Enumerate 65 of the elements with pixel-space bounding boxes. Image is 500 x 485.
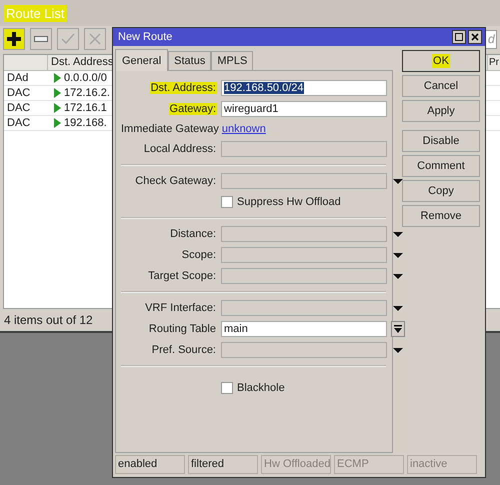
dropdown-field[interactable] (221, 300, 387, 316)
dropdown-field[interactable] (221, 226, 387, 242)
dropdown-field[interactable] (221, 247, 387, 263)
table-cell-text: DAC (6, 101, 32, 115)
dropdown-field[interactable] (221, 173, 387, 189)
status-text: 4 items out of 12 (4, 313, 93, 327)
gateway-link[interactable]: unknown (222, 123, 266, 135)
collapse-icon (393, 324, 403, 334)
table-cell: 172.16.1 (64, 101, 107, 115)
table-cell: 0.0.0.0/0 (64, 71, 107, 85)
field-label: Routing Table (148, 323, 217, 335)
input-field[interactable] (221, 141, 387, 157)
field-label: Pref. Source: (150, 344, 217, 356)
field-label: Local Address: (142, 143, 217, 155)
status-cell: ECMP (334, 455, 404, 474)
add-button[interactable] (3, 28, 25, 50)
field-label: Gateway: (168, 103, 217, 115)
field-label: Check Gateway: (134, 175, 217, 187)
tab[interactable]: General (115, 49, 168, 71)
dropdown-field[interactable]: main (221, 321, 387, 337)
dialog-button[interactable]: Disable (402, 130, 480, 152)
dialog-button[interactable]: OK (402, 50, 480, 72)
field-label: Target Scope: (147, 270, 217, 282)
field-label: Dst. Address: (150, 82, 217, 94)
dialog-button[interactable]: Comment (402, 155, 480, 177)
table-cell: 172.16.2. (64, 86, 110, 100)
tab[interactable]: Status (168, 51, 212, 70)
dropdown-field[interactable] (221, 342, 387, 358)
dialog-button[interactable]: Copy (402, 180, 480, 202)
table-cell-text: DAC (6, 86, 32, 100)
field-label: VRF Interface: (144, 302, 217, 314)
dialog-button[interactable]: Cancel (402, 75, 480, 97)
status-cell: inactive (407, 455, 477, 474)
minus-icon (34, 36, 48, 42)
column-header[interactable]: Pr (488, 55, 500, 70)
checkbox[interactable] (221, 382, 233, 394)
table-cell-text: DAC (6, 116, 32, 130)
input-field[interactable]: 192.168.50.0/24 (221, 80, 387, 96)
checkbox-label: Suppress Hw Offload (237, 196, 341, 208)
cross-icon (89, 33, 101, 45)
field-label: Scope: (180, 249, 217, 261)
tab[interactable]: MPLS (211, 51, 254, 70)
window-title: Route List (4, 4, 67, 22)
table-cell-text: DAd (6, 71, 30, 85)
plus-icon (7, 32, 21, 46)
status-cell: filtered (188, 455, 258, 474)
table-cell: 192.168. (64, 116, 107, 130)
field-label: Distance: (169, 228, 217, 240)
status-cell: enabled (115, 455, 185, 474)
dialog-button[interactable]: Apply (402, 100, 480, 122)
field-label: Immediate Gateway (121, 123, 219, 135)
dropdown-field[interactable] (221, 268, 387, 284)
remove-button[interactable] (30, 28, 52, 50)
input-field[interactable]: wireguard1 (221, 101, 387, 117)
close-button[interactable] (468, 30, 482, 44)
checkbox-label: Blackhole (237, 382, 285, 394)
checkbox[interactable] (221, 196, 233, 208)
dialog-button[interactable]: Remove (402, 205, 480, 227)
dialog-title: New Route (118, 31, 174, 43)
collapse-button[interactable] (391, 321, 405, 337)
maximize-button[interactable] (452, 30, 466, 44)
maximize-icon (455, 33, 463, 41)
check-icon (61, 33, 75, 45)
status-cell: Hw Offloaded (261, 455, 331, 474)
close-icon (471, 33, 479, 41)
